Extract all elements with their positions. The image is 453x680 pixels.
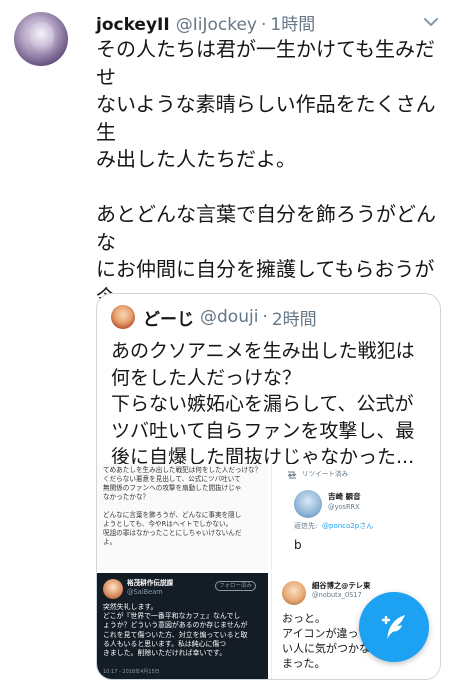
image-1-text: てめあたしを生み出した戦犯は何をした人だっけな？ くだらない悪意を見出して、公式… bbox=[103, 466, 262, 546]
compose-tweet-icon bbox=[381, 615, 405, 639]
quoted-author-handle[interactable]: @douji bbox=[200, 307, 258, 327]
tweet-header: jockeyII @IiJockey · 1時間 bbox=[96, 10, 315, 35]
quoted-avatar[interactable] bbox=[111, 305, 135, 329]
quoted-author-name[interactable]: どーじ bbox=[143, 305, 194, 330]
reply-prefix: 返信先: bbox=[294, 522, 318, 530]
image-4-avatar bbox=[282, 581, 306, 605]
image-2-body: b bbox=[294, 538, 302, 552]
retweeted-label: リツイート済み bbox=[302, 470, 349, 478]
image-2-name: 吉崎 観音 bbox=[328, 492, 361, 501]
quoted-tweet-header: どーじ @douji · 2時間 bbox=[111, 304, 317, 330]
author-name[interactable]: jockeyII bbox=[96, 15, 170, 35]
quoted-tweet-text: あのクソアニメを生み出した戦犯は 何をした人だっけな？ 下らない嫉妬心を漏らして… bbox=[111, 340, 415, 468]
image-3-handle: @SaiBeam bbox=[127, 588, 163, 596]
separator-dot: · bbox=[260, 15, 267, 35]
tweet[interactable]: jockeyII @IiJockey · 1時間 その人たちは君が一生かけても生… bbox=[0, 0, 453, 680]
image-2-handle: @yosRRX bbox=[328, 503, 360, 511]
separator-dot: · bbox=[262, 307, 268, 327]
media-image-3[interactable]: 裕茂耕作伝説課 @SaiBeam フォロー済み 突然失礼します。 どこが『世界で… bbox=[97, 573, 268, 679]
author-handle[interactable]: @IiJockey bbox=[176, 15, 257, 35]
follow-button: フォロー済み bbox=[215, 581, 257, 591]
chevron-down-icon[interactable] bbox=[421, 12, 441, 32]
tweet-paragraph-1: その人たちは君が一生かけても生みだせ ないような素晴らしい作品をたくさん生 み出… bbox=[96, 37, 436, 171]
quoted-tweet-time[interactable]: 2時間 bbox=[272, 305, 317, 330]
image-4-name: 細谷博之@テレ東 bbox=[312, 581, 371, 590]
avatar[interactable] bbox=[14, 12, 68, 66]
image-3-name: 裕茂耕作伝説課 bbox=[127, 579, 174, 587]
media-image-1[interactable]: てめあたしを生み出した戦犯は何をした人だっけな？ くだらない悪意を見出して、公式… bbox=[97, 464, 268, 570]
image-3-text: 突然失礼します。 どこが『世界で一番平和なカフェ』なんでし ょうか？どういう意図… bbox=[103, 603, 248, 658]
image-4-handle: @nobutx_0S17 bbox=[312, 591, 362, 599]
reply-to-handle: @ponco2pさん bbox=[322, 522, 374, 530]
compose-tweet-button[interactable] bbox=[359, 592, 429, 662]
image-3-avatar bbox=[103, 579, 123, 599]
image-3-time: 10:17 - 2018年4月15日 bbox=[103, 669, 160, 675]
tweet-time[interactable]: 1時間 bbox=[270, 10, 315, 35]
media-image-2[interactable]: リツイート済み 吉崎 観音 @yosRRX 返信先: @ponco2pさん b bbox=[271, 464, 440, 570]
retweeter-avatar bbox=[294, 490, 322, 518]
retweet-icon bbox=[287, 471, 297, 479]
